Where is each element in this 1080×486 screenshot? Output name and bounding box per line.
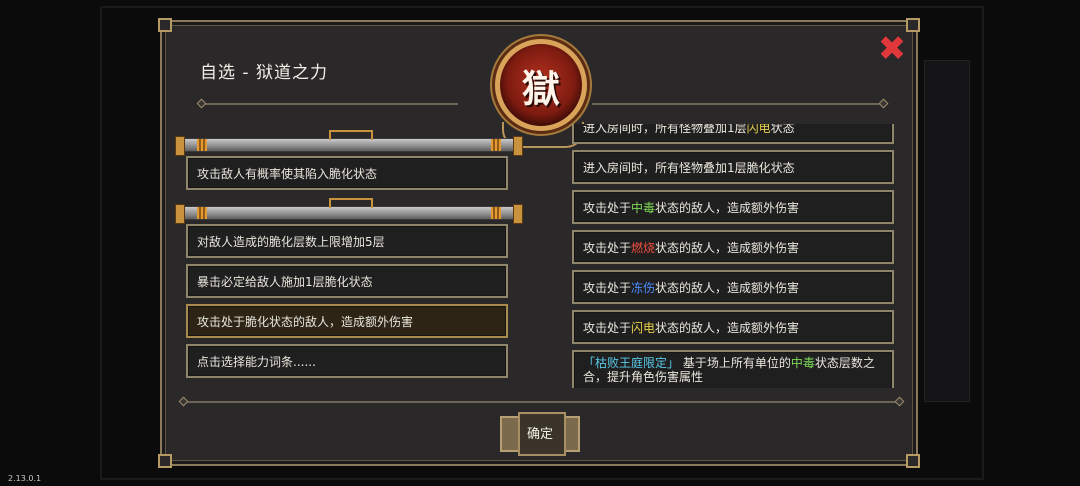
rod-handle [329,198,373,208]
keyword-frostbite: 冻伤 [631,280,656,295]
rod-band [197,139,207,151]
divider-dot-icon [178,396,189,407]
text-segment: 攻击处于 [583,280,632,295]
ability-option-label: 进入房间时，所有怪物叠加1层脆化状态 [583,160,795,175]
text-segment: 状态的敌人，造成额外伤害 [655,320,800,335]
ability-option[interactable]: 攻击处于闪电状态的敌人，造成额外伤害 [572,310,894,344]
ability-option-label: 攻击处于燃烧状态的敌人，造成额外伤害 [583,239,799,256]
scroll-rod [175,130,523,156]
confirm-button[interactable]: 确定 [500,410,580,456]
ability-option[interactable]: 暴击必定给敌人施加1层脆化状态 [186,264,508,298]
ability-option[interactable]: 进入房间时，所有怪物叠加1层闪电状态 [572,124,894,144]
rod-cap [513,204,523,224]
ability-option[interactable]: 攻击敌人有概率使其陷入脆化状态 [186,156,508,190]
rod-band [197,207,207,219]
corner-ornament [158,18,172,32]
ability-option-label: 「枯败王庭限定」 基于场上所有单位的中毒状态层数之合，提升角色伤害属性 [583,356,892,384]
rod-cap [513,136,523,156]
background-panel [924,60,970,402]
keyword-burn: 燃烧 [631,240,656,255]
ability-option-label: 点击选择能力词条...... [197,354,316,369]
rod-band [491,207,501,219]
version-label: 2.13.0.1 [8,474,42,483]
text-segment: 状态的敌人，造成额外伤害 [655,280,800,295]
ability-option[interactable]: 攻击处于燃烧状态的敌人，造成额外伤害 [572,230,894,264]
ability-option-label: 攻击处于脆化状态的敌人，造成额外伤害 [197,314,414,329]
ability-option[interactable]: 进入房间时，所有怪物叠加1层脆化状态 [572,150,894,184]
text-segment: 基于场上所有单位的 [682,356,791,370]
scroll-rod [175,198,523,224]
confirm-label: 确定 [526,426,553,442]
ability-list-scroll[interactable]: 进入房间时，所有怪物叠加1层闪电状态 进入房间时，所有怪物叠加1层脆化状态 攻击… [572,124,898,388]
ability-option-label: 攻击处于冻伤状态的敌人，造成额外伤害 [583,279,799,296]
ability-option-label: 攻击处于中毒状态的敌人，造成额外伤害 [583,199,799,216]
rod-band [491,139,501,151]
corner-ornament [158,454,172,468]
ability-option[interactable]: 对敌人造成的脆化层数上限增加5层 [186,224,508,258]
rod-cap [175,204,185,224]
ability-option-label: 攻击处于闪电状态的敌人，造成额外伤害 [583,319,799,336]
ability-option-label: 对敌人造成的脆化层数上限增加5层 [197,234,385,249]
text-segment: 攻击处于 [583,320,632,335]
keyword-lightning: 闪电 [746,124,771,135]
choose-ability-slot[interactable]: 点击选择能力词条...... [186,344,508,378]
keyword-poison: 中毒 [790,356,815,370]
text-segment: 状态的敌人，造成额外伤害 [655,240,800,255]
emblem-glyph: 獄 [521,65,560,111]
rod-handle [329,130,373,140]
ability-option-label: 进入房间时，所有怪物叠加1层闪电状态 [583,124,795,136]
top-divider [204,103,458,105]
top-divider [592,103,882,105]
text-segment: 进入房间时，所有怪物叠加1层 [583,124,747,135]
text-segment: 状态的敌人，造成额外伤害 [655,200,800,215]
ability-option-label: 暴击必定给敌人施加1层脆化状态 [197,274,373,289]
ability-option[interactable]: 攻击处于冻伤状态的敌人，造成额外伤害 [572,270,894,304]
keyword-poison: 中毒 [631,200,656,215]
corner-ornament [906,18,920,32]
text-segment: 状态 [770,124,795,135]
dialog-title: 自选 - 狱道之力 [200,63,328,83]
ability-select-dialog: 自选 - 狱道之力 ✖ 獄 攻击敌人有概率使其陷入脆化状态 对敌人造成的脆化层数… [158,18,920,468]
bottom-divider [186,401,898,403]
divider-dot-icon [894,396,905,407]
keyword-lightning: 闪电 [631,320,656,335]
exclusive-tag: 「枯败王庭限定」 [583,356,680,370]
ability-option-label: 攻击敌人有概率使其陷入脆化状态 [197,166,378,181]
text-segment: 攻击处于 [583,200,632,215]
ability-option-selected[interactable]: 攻击处于脆化状态的敌人，造成额外伤害 [186,304,508,338]
ability-option-special[interactable]: 「枯败王庭限定」 基于场上所有单位的中毒状态层数之合，提升角色伤害属性 [572,350,894,388]
prison-emblem-icon: 獄 [495,39,587,131]
divider-dot-icon [196,98,207,109]
close-x-icon[interactable]: ✖ [878,29,907,69]
ability-option[interactable]: 攻击处于中毒状态的敌人，造成额外伤害 [572,190,894,224]
text-segment: 攻击处于 [583,240,632,255]
divider-dot-icon [878,98,889,109]
rod-cap [175,136,185,156]
corner-ornament [906,454,920,468]
close-button[interactable]: ✖ [876,32,908,66]
